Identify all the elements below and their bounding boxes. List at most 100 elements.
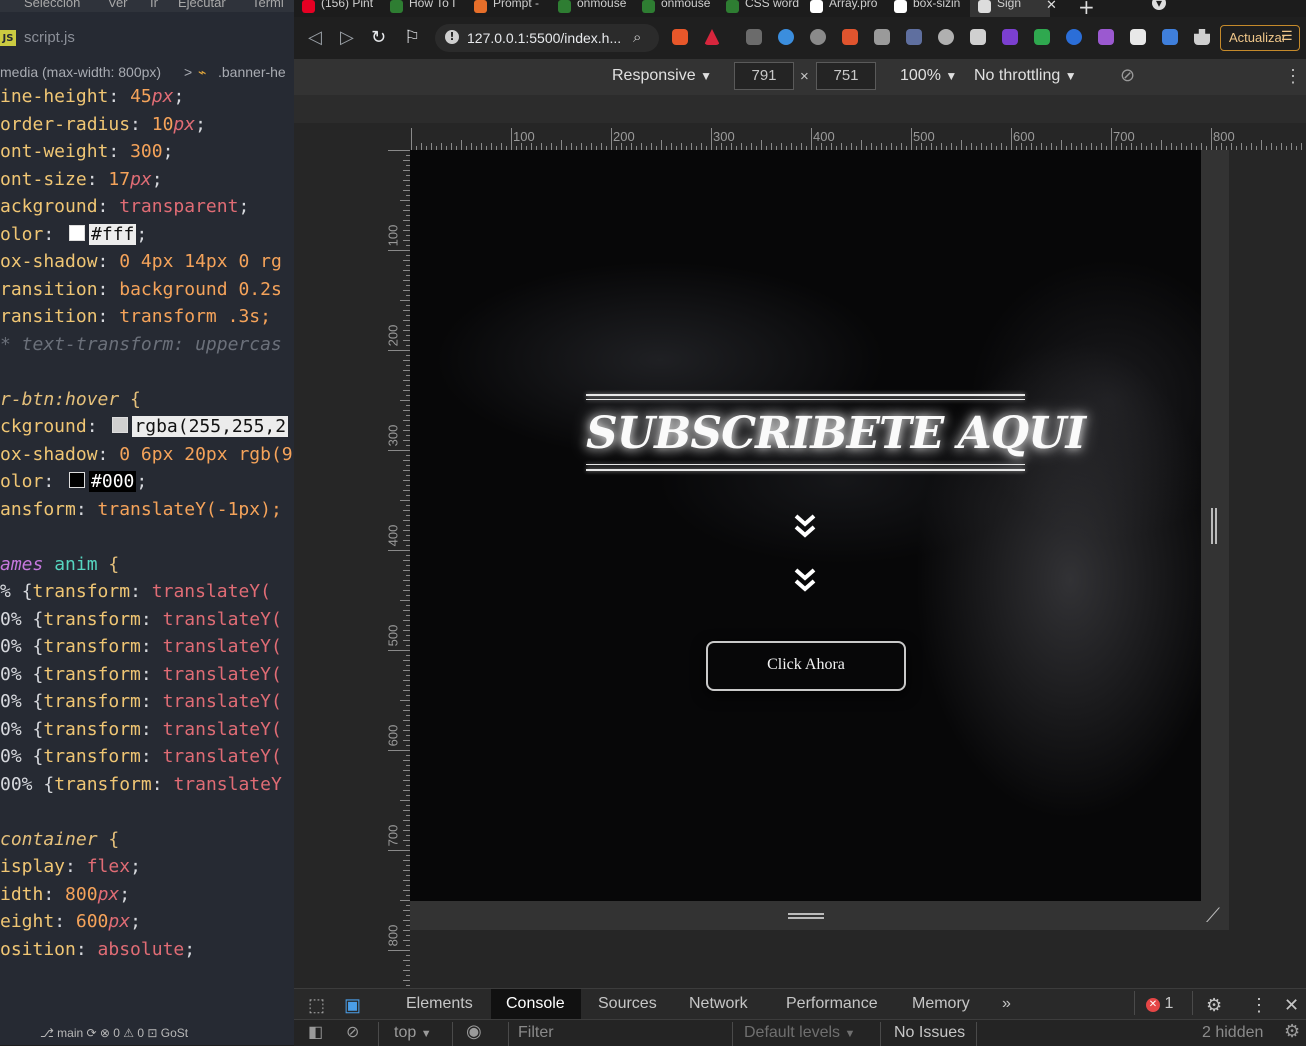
issues-button[interactable]: No Issues <box>894 1024 965 1042</box>
more-options-icon[interactable]: ⋮ <box>1284 66 1302 87</box>
close-icon[interactable]: ✕ <box>1284 995 1299 1016</box>
context-select[interactable]: top ▼ <box>394 1024 432 1042</box>
code-line[interactable]: ine-height: 45px; <box>0 85 184 112</box>
extension-icon[interactable] <box>778 29 794 45</box>
browser-tab[interactable]: (156) Pint <box>294 0 378 17</box>
zoom-icon[interactable]: ⌕ <box>633 28 641 46</box>
zoom-select[interactable]: 100% ▼ <box>900 67 957 85</box>
breadcrumb-selector[interactable]: .banner-he <box>218 64 286 80</box>
browser-tab[interactable]: CSS word <box>718 0 802 17</box>
brave-shield-icon[interactable] <box>672 29 688 45</box>
extension-icon[interactable] <box>1162 29 1178 45</box>
extension-icon[interactable] <box>1034 29 1050 45</box>
viewport-bottom-resize-bar[interactable]: ⟋ <box>410 901 1229 930</box>
rotate-icon[interactable]: ⊘ <box>1120 65 1135 86</box>
close-tab-icon[interactable]: ✕ <box>1046 0 1057 13</box>
code-line[interactable]: ont-weight: 300; <box>0 140 173 167</box>
inspect-element-icon[interactable]: ⬚ <box>308 995 325 1016</box>
update-button[interactable]: Actualizar ☰ <box>1220 25 1300 51</box>
site-info-icon[interactable]: ! <box>445 30 459 44</box>
clear-console-icon[interactable]: ⊘ <box>346 1022 359 1042</box>
tab-elements[interactable]: Elements <box>406 995 473 1013</box>
menu-seleccion[interactable]: Selección <box>24 0 80 10</box>
viewport-width-input[interactable]: 791 <box>734 62 794 90</box>
code-line[interactable]: ansform: translateY(-1px); <box>0 498 282 525</box>
code-line[interactable]: isplay: flex; <box>0 855 141 882</box>
code-line[interactable]: r-btn:hover { <box>0 388 141 415</box>
menu-ver[interactable]: Ver <box>108 0 128 10</box>
code-line[interactable]: * text-transform: uppercas <box>0 333 282 360</box>
code-line[interactable]: 00% {transform: translateY <box>0 773 282 800</box>
code-line[interactable]: 0% {transform: translateY( <box>0 718 282 745</box>
kebab-menu-icon[interactable]: ⋮ <box>1250 995 1268 1016</box>
code-line[interactable]: ont-size: 17px; <box>0 168 163 195</box>
browser-tab[interactable]: Prompt - <box>466 0 550 17</box>
code-line[interactable]: ox-shadow: 0 6px 20px rgb(9 <box>0 443 293 470</box>
tab-network[interactable]: Network <box>689 995 748 1013</box>
tab-search-icon[interactable]: ▾ <box>1152 0 1166 10</box>
console-settings-icon[interactable]: ⚙ <box>1284 1021 1300 1042</box>
puzzle-icon[interactable] <box>1194 29 1210 45</box>
tab-console[interactable]: Console <box>491 989 581 1019</box>
brave-rewards-icon[interactable] <box>704 29 720 45</box>
extension-icon[interactable] <box>874 29 890 45</box>
code-line[interactable]: ackground: transparent; <box>0 195 249 222</box>
browser-tab[interactable]: box-sizin <box>886 0 970 17</box>
code-line[interactable]: % {transform: translateY( <box>0 580 271 607</box>
media-query-bar[interactable] <box>294 95 1306 123</box>
log-levels-select[interactable]: Default levels ▼ <box>744 1024 855 1042</box>
extension-icon[interactable] <box>810 29 826 45</box>
device-mode-select[interactable]: Responsive ▼ <box>612 67 712 85</box>
browser-tab[interactable]: onmouse <box>550 0 634 17</box>
sidebar-toggle-icon[interactable]: ◧ <box>308 1022 323 1042</box>
code-line[interactable]: 0% {transform: translateY( <box>0 690 282 717</box>
extension-icon[interactable] <box>938 29 954 45</box>
code-line[interactable]: 0% {transform: translateY( <box>0 635 282 662</box>
device-toggle-icon[interactable]: ▣ <box>344 995 361 1016</box>
click-ahora-button[interactable]: Click Ahora <box>706 641 906 691</box>
browser-tab[interactable]: onmouse <box>634 0 718 17</box>
menu-ejecutar[interactable]: Ejecutar <box>178 0 226 10</box>
filter-input[interactable]: Filter <box>518 1024 554 1042</box>
extension-icon[interactable] <box>970 29 986 45</box>
browser-tab[interactable]: Sign <box>970 0 1050 17</box>
error-counter[interactable]: ✕ 1 <box>1146 995 1173 1013</box>
menu-ir[interactable]: Ir <box>150 0 158 10</box>
extension-icon[interactable] <box>746 29 762 45</box>
code-line[interactable]: 0% {transform: translateY( <box>0 745 282 772</box>
tab-sources[interactable]: Sources <box>598 995 657 1013</box>
code-line[interactable]: order-radius: 10px; <box>0 113 206 140</box>
code-line[interactable]: osition: absolute; <box>0 938 195 965</box>
bookmark-icon[interactable]: ⚐ <box>404 27 420 48</box>
menu-terminal[interactable]: Termi <box>252 0 284 10</box>
extension-icon[interactable] <box>1098 29 1114 45</box>
code-line[interactable]: ames anim { <box>0 553 119 580</box>
code-line[interactable]: 0% {transform: translateY( <box>0 608 282 635</box>
resize-handle-icon[interactable] <box>1211 508 1217 544</box>
extension-icon[interactable] <box>1130 29 1146 45</box>
eye-icon[interactable]: ◉ <box>466 1021 482 1042</box>
back-icon[interactable]: ◁ <box>308 27 322 48</box>
gear-icon[interactable]: ⚙ <box>1206 995 1222 1016</box>
breadcrumb-media[interactable]: media (max-width: 800px) <box>0 64 161 80</box>
viewport-height-input[interactable]: 751 <box>816 62 876 90</box>
extension-icon[interactable] <box>906 29 922 45</box>
browser-tab[interactable]: Array.pro <box>802 0 886 17</box>
code-line[interactable]: ransition: transform .3s; <box>0 305 271 332</box>
extension-icon[interactable] <box>1002 29 1018 45</box>
code-line[interactable]: ckground: rgba(255,255,2 <box>0 415 289 442</box>
tab-memory[interactable]: Memory <box>912 995 970 1013</box>
browser-tab[interactable]: How To I <box>382 0 466 17</box>
code-line[interactable]: ox-shadow: 0 4px 14px 0 rg <box>0 250 282 277</box>
extension-icon[interactable] <box>842 29 858 45</box>
code-line[interactable]: olor: #000; <box>0 470 147 497</box>
forward-icon[interactable]: ▷ <box>340 27 354 48</box>
editor-file-tab[interactable]: JS script.js <box>0 20 294 58</box>
resize-handle-icon[interactable] <box>788 913 824 919</box>
extension-icon[interactable] <box>1066 29 1082 45</box>
tab-performance[interactable]: Performance <box>786 995 878 1013</box>
code-line[interactable]: idth: 800px; <box>0 883 130 910</box>
code-line[interactable]: eight: 600px; <box>0 910 141 937</box>
reload-icon[interactable]: ↻ <box>371 27 386 48</box>
code-line[interactable]: olor: #fff; <box>0 223 147 250</box>
